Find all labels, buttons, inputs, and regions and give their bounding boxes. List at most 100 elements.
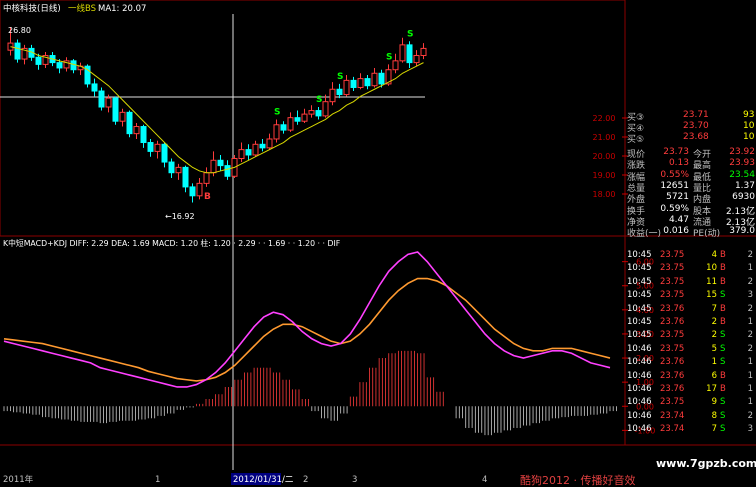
- candle-body[interactable]: [252, 143, 259, 156]
- buy-signal: B: [204, 192, 211, 202]
- sell-signal: S: [407, 29, 413, 39]
- bid-row[interactable]: 买⑤ 23.68 10: [627, 132, 754, 145]
- candle-body[interactable]: [329, 88, 336, 103]
- trade-tick-row[interactable]: 10:46 23.76 6 B 1: [627, 371, 755, 381]
- candle-body[interactable]: [98, 90, 105, 108]
- stat-row: 收益(一) 0.016 PE(动) 379.0: [627, 226, 755, 239]
- tick-direction: S: [720, 343, 726, 354]
- candle-body[interactable]: [238, 149, 245, 160]
- trade-tick-row[interactable]: 10:46 23.75 9 S 1: [627, 397, 755, 407]
- candle-body[interactable]: [294, 117, 301, 122]
- tick-volume: 10: [706, 263, 717, 274]
- candle-body[interactable]: [168, 161, 175, 174]
- candle-body[interactable]: [399, 44, 406, 62]
- candle-body[interactable]: [217, 159, 224, 167]
- candle-body[interactable]: [301, 113, 308, 122]
- tick-volume: 2: [711, 330, 717, 341]
- candle-body[interactable]: [182, 166, 189, 188]
- candle-body[interactable]: [224, 165, 231, 177]
- candle-body[interactable]: [392, 60, 399, 71]
- candle-body[interactable]: [357, 78, 364, 88]
- candle-body[interactable]: [245, 149, 252, 156]
- candle-body[interactable]: [322, 101, 329, 117]
- candle-body[interactable]: [126, 111, 133, 135]
- candle-body[interactable]: [336, 88, 343, 96]
- tick-time: 10:45: [627, 317, 652, 327]
- candle-body[interactable]: [91, 83, 98, 92]
- high-label: 26.80: [8, 26, 31, 35]
- tick-time: 10:46: [627, 384, 652, 394]
- trade-tick-row[interactable]: 10:45 23.75 11 B 2: [627, 277, 755, 287]
- candle-body[interactable]: [140, 126, 147, 144]
- macd-legend: K中短MACD+KDJ DIFF: 2.29 DEA: 1.69 MACD: 1…: [3, 238, 341, 248]
- candle-body[interactable]: [154, 143, 161, 152]
- month-tick-2: 2: [303, 475, 308, 485]
- candle-body[interactable]: [35, 56, 42, 65]
- date-marker: 2012/01/31/二: [233, 475, 294, 485]
- tick-count: 1: [747, 263, 753, 274]
- stat-value: 0.016: [663, 226, 689, 237]
- candle-body[interactable]: [420, 47, 427, 57]
- tick-price: 23.74: [660, 424, 685, 435]
- candle-body[interactable]: [259, 143, 266, 149]
- tick-price: 23.76: [660, 384, 685, 394]
- candle-body[interactable]: [175, 166, 182, 174]
- candle-body[interactable]: [350, 79, 357, 88]
- tick-direction: S: [720, 357, 726, 368]
- candle-body[interactable]: [210, 159, 217, 174]
- year-label: 2011年: [3, 474, 34, 485]
- trade-tick-row[interactable]: 10:45 23.75 4 B 2: [627, 250, 755, 260]
- tick-count: 1: [747, 317, 753, 327]
- stat-value: 23.54: [729, 169, 755, 180]
- candle-body[interactable]: [266, 138, 273, 149]
- tick-time: 10:46: [627, 410, 652, 421]
- candle-body[interactable]: [196, 182, 203, 197]
- tick-volume: 7: [711, 303, 717, 314]
- tick-price: 23.75: [660, 263, 685, 274]
- trade-tick-row[interactable]: 10:46 23.74 8 S 2: [627, 411, 755, 421]
- candlestick-series: [7, 27, 427, 203]
- candle-body[interactable]: [119, 111, 126, 122]
- sell-signal: S: [337, 72, 343, 82]
- candle-body[interactable]: [315, 110, 322, 117]
- candle-body[interactable]: [105, 97, 112, 108]
- candle-body[interactable]: [406, 44, 413, 64]
- trade-tick-row[interactable]: 10:45 23.75 2 S 2: [627, 330, 755, 340]
- price-tick-label: 19.00: [593, 171, 616, 180]
- candle-body[interactable]: [308, 110, 315, 115]
- candle-body[interactable]: [413, 55, 420, 64]
- trade-tick-row[interactable]: 10:46 23.76 1 S 1: [627, 357, 755, 367]
- tick-price: 23.75: [660, 250, 685, 260]
- candle-body[interactable]: [56, 62, 63, 69]
- macd-histogram: [3, 350, 617, 436]
- candle-body[interactable]: [14, 42, 21, 60]
- trade-tick-row[interactable]: 10:45 23.76 7 B 2: [627, 304, 755, 314]
- candle-body[interactable]: [287, 117, 294, 131]
- candle-body[interactable]: [161, 143, 168, 163]
- tick-time: 10:46: [627, 424, 652, 435]
- candle-body[interactable]: [371, 72, 378, 87]
- candle-body[interactable]: [378, 72, 385, 85]
- month-tick-1: 1: [155, 475, 160, 485]
- trade-tick-row[interactable]: 10:45 23.75 10 B 1: [627, 263, 755, 273]
- price-tick-label: 20.00: [593, 152, 616, 161]
- trade-tick-row[interactable]: 10:46 23.75 5 S 2: [627, 344, 755, 354]
- trade-tick-row[interactable]: 10:46 23.74 7 S 3: [627, 424, 755, 434]
- trade-tick-row[interactable]: 10:45 23.75 15 S 3: [627, 290, 755, 300]
- stat-value: 23.92: [729, 147, 755, 157]
- candle-body[interactable]: [112, 97, 119, 122]
- trade-tick-row[interactable]: 10:46 23.76 17 B 1: [627, 384, 755, 394]
- candle-body[interactable]: [364, 78, 371, 87]
- candle-body[interactable]: [147, 142, 154, 152]
- candle-body[interactable]: [343, 79, 350, 96]
- trade-tick-row[interactable]: 10:45 23.76 2 B 1: [627, 317, 755, 327]
- candle-body[interactable]: [203, 172, 210, 184]
- tick-time: 10:46: [627, 397, 652, 408]
- tick-price: 23.76: [660, 303, 685, 314]
- candle-body[interactable]: [280, 124, 287, 131]
- bid-volume: 10: [743, 132, 755, 142]
- stat-label: PE(动): [693, 229, 721, 240]
- candle-body[interactable]: [133, 126, 140, 135]
- candle-body[interactable]: [189, 186, 196, 197]
- candle-body[interactable]: [273, 124, 280, 140]
